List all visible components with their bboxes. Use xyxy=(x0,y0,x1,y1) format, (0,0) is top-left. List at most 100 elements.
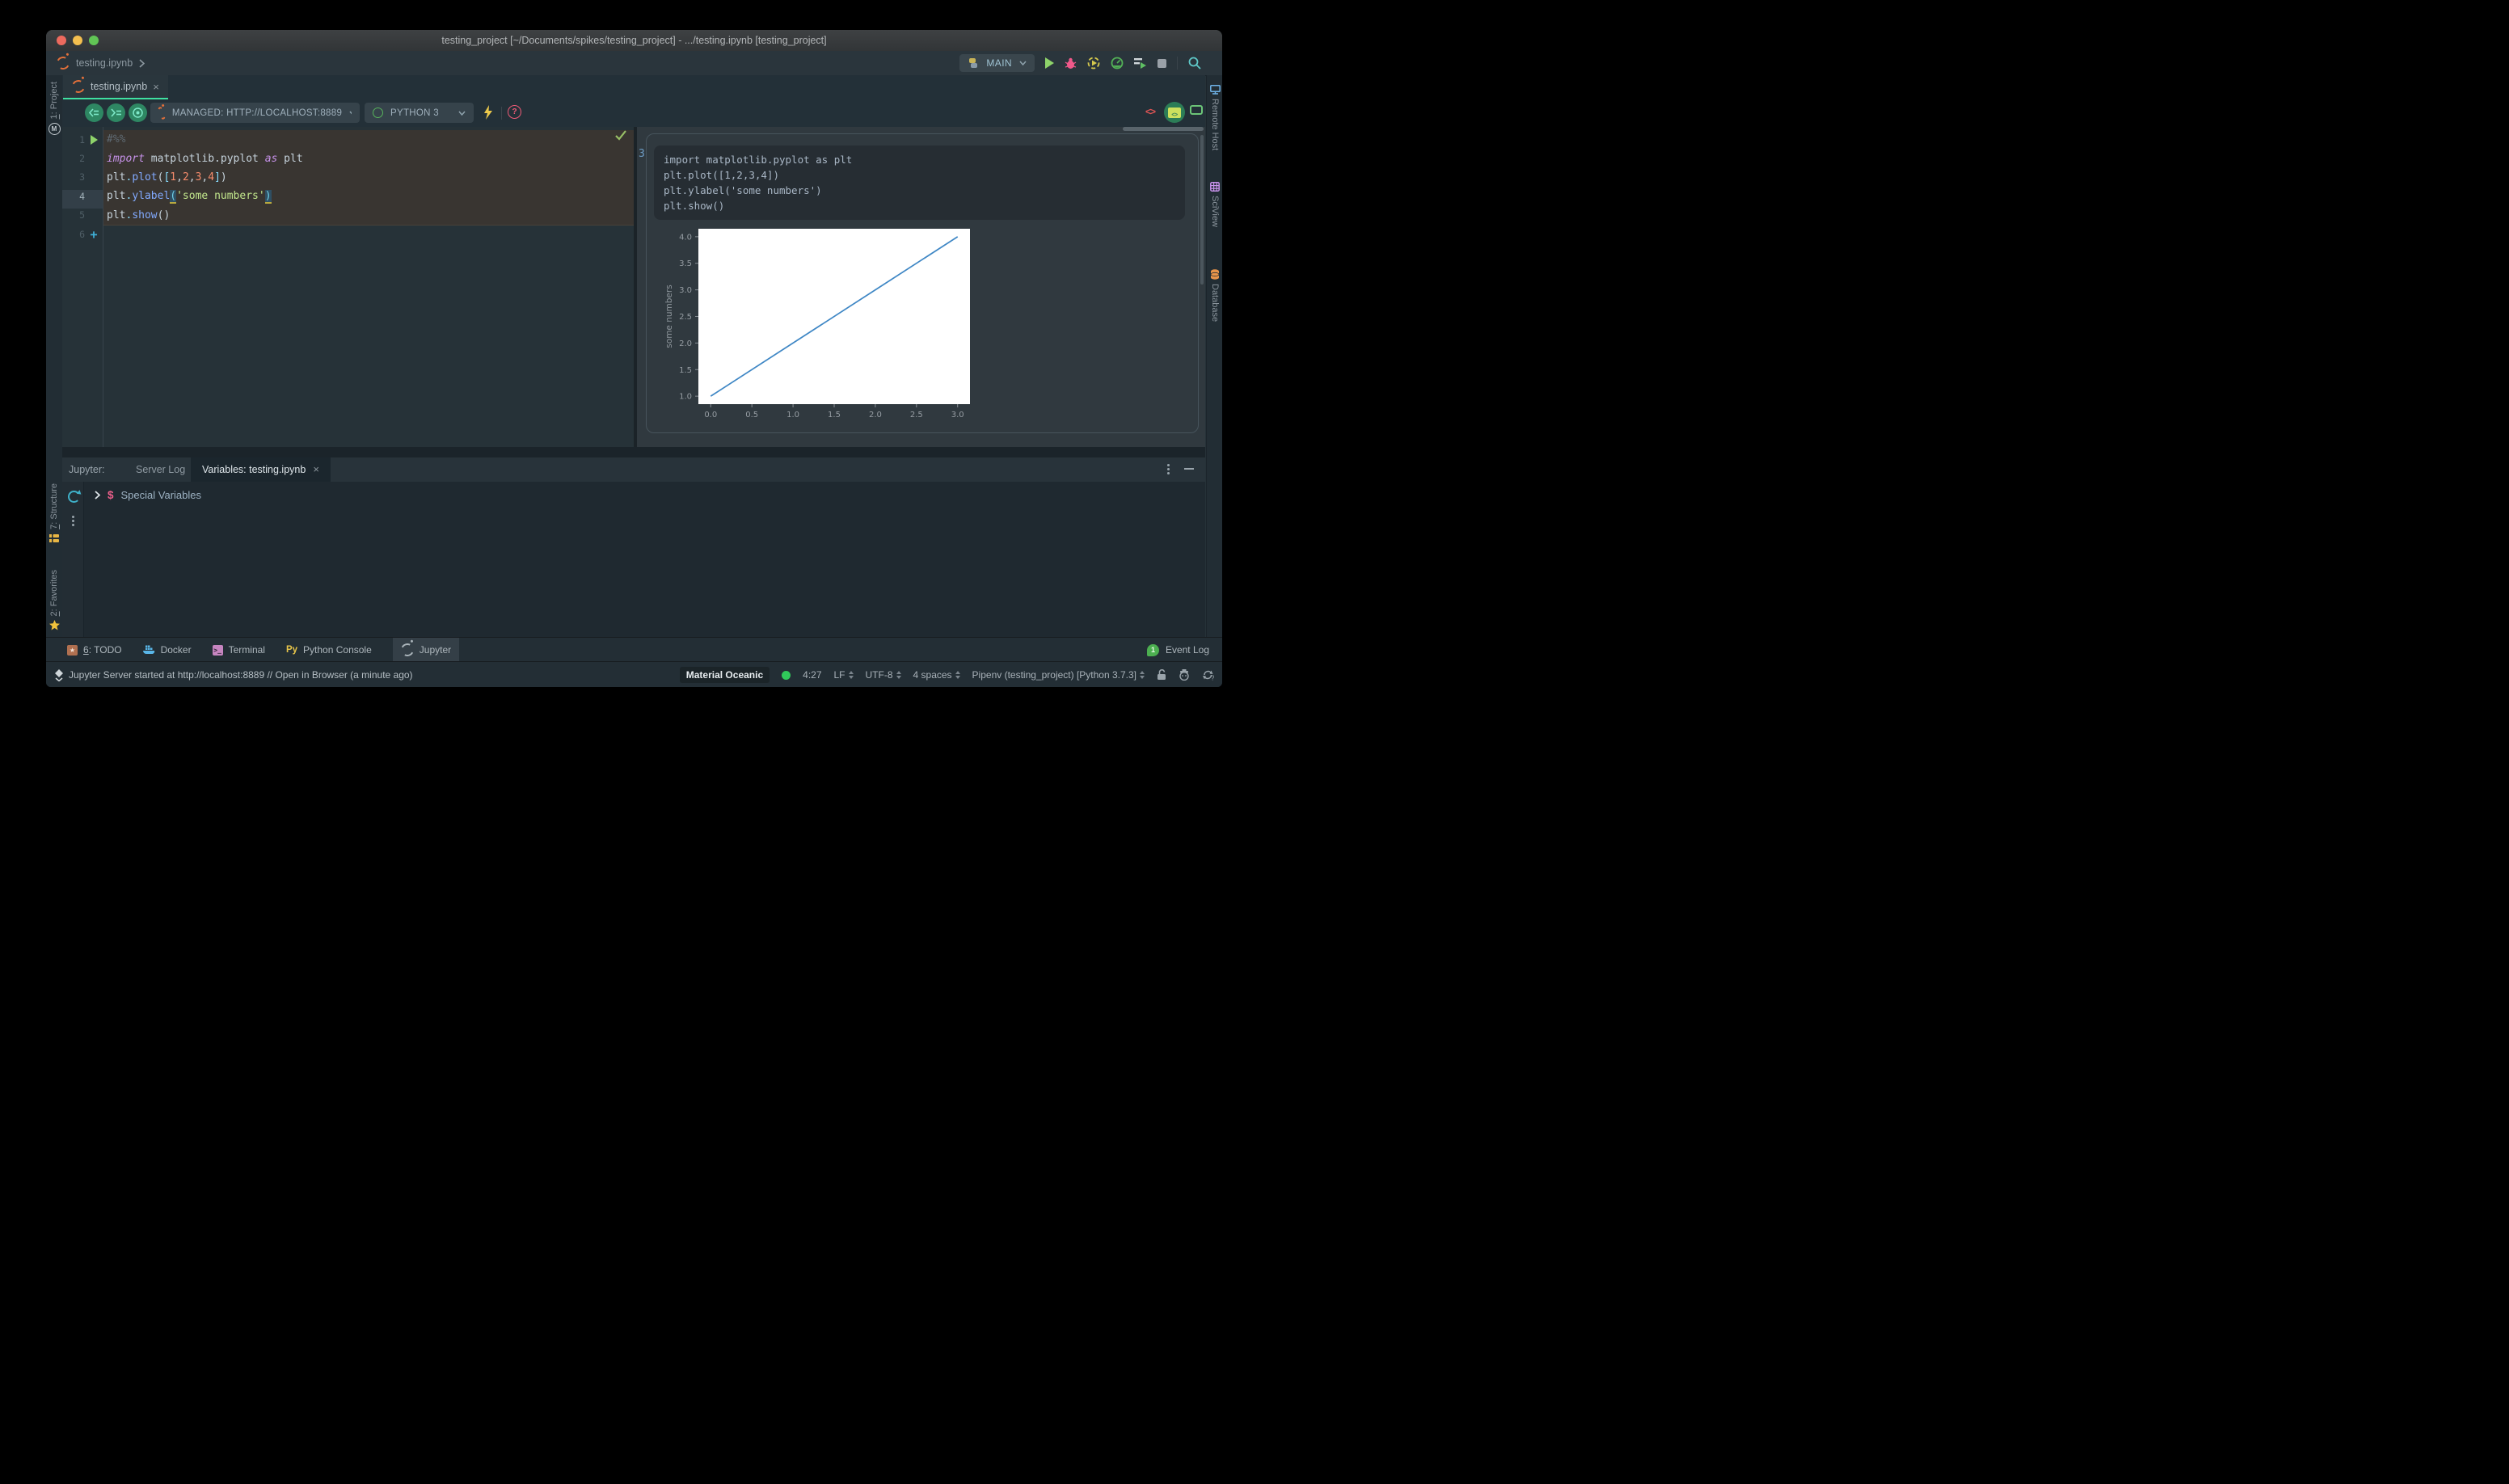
python-logo-icon xyxy=(969,58,978,68)
options-kebab-icon[interactable] xyxy=(1167,464,1170,466)
expand-chevron-icon[interactable] xyxy=(95,491,100,500)
lock-icon[interactable] xyxy=(1157,669,1166,681)
run-multiple-icon[interactable] xyxy=(1134,57,1147,69)
preview-eye-button[interactable] xyxy=(129,103,147,122)
horizontal-splitter[interactable] xyxy=(62,447,1205,457)
svg-text:2.5: 2.5 xyxy=(910,411,923,418)
line-number: 1 xyxy=(79,133,85,145)
status-bar: Jupyter Server started at http://localho… xyxy=(46,661,1222,687)
indent-widget[interactable]: 4 spaces xyxy=(913,669,960,681)
add-cell-icon[interactable]: + xyxy=(90,227,97,242)
event-count-badge: 1 xyxy=(1146,643,1159,656)
tab-server-log[interactable]: Server Log xyxy=(124,457,196,482)
sidebar-item-sciview[interactable]: SciView xyxy=(1207,182,1222,227)
run-all-cells-lightning-icon[interactable] xyxy=(483,105,493,120)
kernel-select[interactable]: PYTHON 3 xyxy=(365,103,474,123)
editor-line[interactable]: 4 plt.ylabel('some numbers') xyxy=(62,187,634,205)
encoding-widget[interactable]: UTF-8 xyxy=(866,669,901,681)
structure-icon xyxy=(49,533,59,542)
svg-text:1.5: 1.5 xyxy=(679,366,692,375)
tab-variables[interactable]: Variables: testing.ipynb × xyxy=(191,457,331,482)
line-number: 5 xyxy=(79,209,85,221)
breadcrumb[interactable]: testing.ipynb xyxy=(54,51,145,75)
editor-line[interactable]: 1 #%% xyxy=(62,130,634,149)
line-separator-widget[interactable]: LF xyxy=(834,669,854,681)
run-all-above-button[interactable] xyxy=(85,103,103,122)
svg-text:3.5: 3.5 xyxy=(679,259,692,268)
event-log-button[interactable]: 1 Event Log xyxy=(1146,638,1209,662)
refresh-icon[interactable] xyxy=(68,491,80,503)
debug-bug-icon[interactable] xyxy=(1065,57,1077,70)
run-all-below-button[interactable] xyxy=(107,103,125,122)
sync-question-icon[interactable]: ? xyxy=(1202,669,1214,681)
hide-panel-icon[interactable] xyxy=(1184,468,1194,470)
sidebar-item-structure[interactable]: 7: Structure xyxy=(46,483,62,543)
output-cell-source-code: import matplotlib.pyplot as plt plt.plot… xyxy=(654,145,1185,220)
toolwindow-todo[interactable]: ★ 6: TODO xyxy=(67,638,122,662)
tab-testing-ipynb[interactable]: testing.ipynb × xyxy=(63,75,168,99)
status-layers-icon[interactable] xyxy=(54,669,64,681)
show-code-and-output-icon[interactable]: <> xyxy=(1164,102,1185,123)
bottom-panel-title: Jupyter: xyxy=(69,464,105,475)
show-output-only-icon[interactable] xyxy=(1190,105,1203,115)
toolwindow-python-console[interactable]: Py Python Console xyxy=(286,638,372,662)
toolwindow-terminal[interactable]: >_ Terminal xyxy=(212,638,265,662)
help-icon[interactable]: ? xyxy=(508,105,521,119)
variables-panel: $ Special Variables xyxy=(62,482,1205,637)
editor-line[interactable]: 2 import matplotlib.pyplot as plt xyxy=(62,149,634,167)
database-icon xyxy=(1210,269,1220,280)
jupyter-icon xyxy=(398,641,415,659)
tab-close-icon[interactable]: × xyxy=(153,81,159,93)
search-everywhere-icon[interactable] xyxy=(1188,57,1201,70)
toolwindow-jupyter[interactable]: Jupyter xyxy=(392,638,460,662)
show-code-only-icon[interactable]: <> xyxy=(1145,106,1156,117)
inspections-ok-checkmark-icon[interactable] xyxy=(614,129,627,141)
sidebar-item-database[interactable]: Database xyxy=(1207,269,1222,322)
stop-button-icon[interactable] xyxy=(1158,58,1166,68)
dracula-face-icon[interactable] xyxy=(1179,669,1190,681)
todo-icon: ★ xyxy=(67,644,78,656)
svg-text:1.0: 1.0 xyxy=(679,393,692,402)
run-button-icon[interactable] xyxy=(1045,57,1054,69)
kernel-status-icon xyxy=(373,108,383,118)
updown-chevron-icon xyxy=(1140,671,1145,679)
run-configuration-select[interactable]: MAIN xyxy=(959,54,1035,72)
code-editor[interactable]: 1 #%% 2 import matplotlib.pyplot as plt 3 plt… xyxy=(62,127,634,447)
jupyter-file-icon xyxy=(70,78,87,95)
cell-execution-count: 3 xyxy=(639,148,645,160)
theme-name[interactable]: Material Oceanic xyxy=(679,667,770,683)
caret-position[interactable]: 4:27 xyxy=(803,669,821,681)
options-kebab-icon[interactable] xyxy=(72,516,74,518)
horizontal-scrollbar-thumb[interactable] xyxy=(1123,127,1204,131)
editor-line[interactable]: 5 plt.show() xyxy=(62,206,634,225)
tab-label: testing.ipynb xyxy=(91,81,148,92)
variable-group-icon: $ xyxy=(108,489,114,501)
status-message[interactable]: Jupyter Server started at http://localho… xyxy=(69,662,413,687)
python-console-icon: Py xyxy=(285,645,298,655)
toolwindow-docker[interactable]: Docker xyxy=(142,638,192,662)
line-number: 4 xyxy=(79,190,85,202)
sciview-label: SciView xyxy=(1210,196,1220,227)
ide-window: testing_project [~/Documents/spikes/test… xyxy=(46,30,1222,687)
special-variables-node[interactable]: $ Special Variables xyxy=(95,489,201,501)
tab-close-icon[interactable]: × xyxy=(313,457,319,482)
code-line-text: plt.show() xyxy=(107,209,171,221)
sidebar-item-remote-host[interactable]: Remote Host xyxy=(1207,85,1222,150)
run-with-coverage-icon[interactable] xyxy=(1087,57,1100,70)
favorites-toolwindow-label: 2: Favorites xyxy=(49,570,59,617)
run-cell-icon[interactable] xyxy=(90,134,98,145)
interpreter-widget[interactable]: Pipenv (testing_project) [Python 3.7.3] xyxy=(972,669,1145,681)
code-line-text: import matplotlib.pyplot as plt xyxy=(107,152,303,165)
svg-text:2.5: 2.5 xyxy=(679,313,692,322)
title-bar: testing_project [~/Documents/spikes/test… xyxy=(46,30,1222,52)
profiler-gauge-icon[interactable] xyxy=(1111,57,1124,70)
sidebar-item-favorites[interactable]: 2: Favorites xyxy=(46,570,62,630)
docker-whale-icon xyxy=(142,645,154,655)
jupyter-server-select[interactable]: MANAGED: HTTP://LOCALHOST:8889 xyxy=(150,103,360,123)
editor-line[interactable]: 3 plt.plot([1,2,3,4]) xyxy=(62,168,634,187)
updown-chevron-icon xyxy=(896,671,901,679)
editor-line[interactable]: 6 + xyxy=(62,225,634,243)
vertical-scrollbar-thumb[interactable] xyxy=(1200,135,1204,285)
sidebar-item-project[interactable]: 1: Project M xyxy=(46,82,62,136)
code-line-text: #%% xyxy=(107,133,126,146)
